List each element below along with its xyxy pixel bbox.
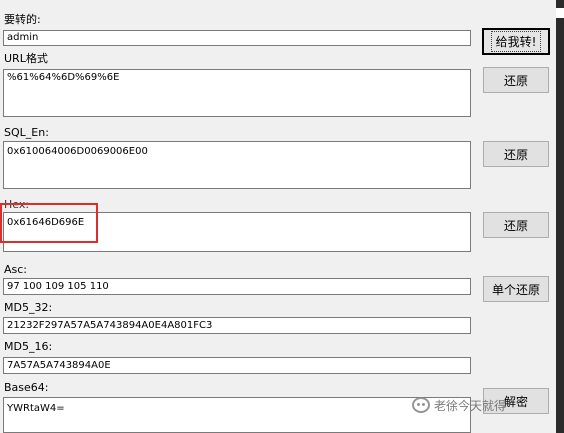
watermark-text: 老徐今天就得 [434, 398, 507, 413]
restore-hex-button[interactable]: 还原 [483, 212, 549, 238]
hex-label: Hex: [4, 198, 30, 211]
md5-16-label: MD5_16: [4, 340, 53, 353]
restore-sql-button[interactable]: 还原 [483, 141, 549, 167]
asc-label: Asc: [4, 263, 28, 276]
md5-16-output-field[interactable]: 7A57A5A743894A0E [3, 357, 471, 374]
hex-output-field[interactable]: 0x61646D696E [3, 212, 471, 252]
convert-button-label: 给我转! [490, 31, 542, 52]
sql-en-label: SQL_En: [4, 126, 49, 139]
watermark: 老徐今天就得 [412, 394, 506, 416]
restore-single-button[interactable]: 单个还原 [483, 276, 549, 302]
asc-output-field[interactable]: 97 100 109 105 110 [3, 278, 471, 295]
base64-label: Base64: [4, 381, 49, 394]
base64-output-field[interactable]: YWRtaW4= [3, 397, 471, 433]
convert-button[interactable]: 给我转! [482, 28, 550, 55]
url-label: URL格式 [4, 52, 48, 65]
restore-url-button[interactable]: 还原 [483, 67, 549, 93]
md5-32-label: MD5_32: [4, 301, 53, 314]
url-output-field[interactable]: %61%64%6D%69%6E [3, 69, 471, 117]
window-edge [556, 0, 564, 433]
md5-32-output-field[interactable]: 21232F297A57A5A743894A0E4A801FC3 [3, 317, 471, 334]
wechat-icon [412, 397, 430, 413]
sql-en-output-field[interactable]: 0x610064006D0069006E00 [3, 141, 471, 189]
input-label: 要转的: [4, 13, 41, 26]
input-field[interactable]: admin [3, 30, 471, 46]
